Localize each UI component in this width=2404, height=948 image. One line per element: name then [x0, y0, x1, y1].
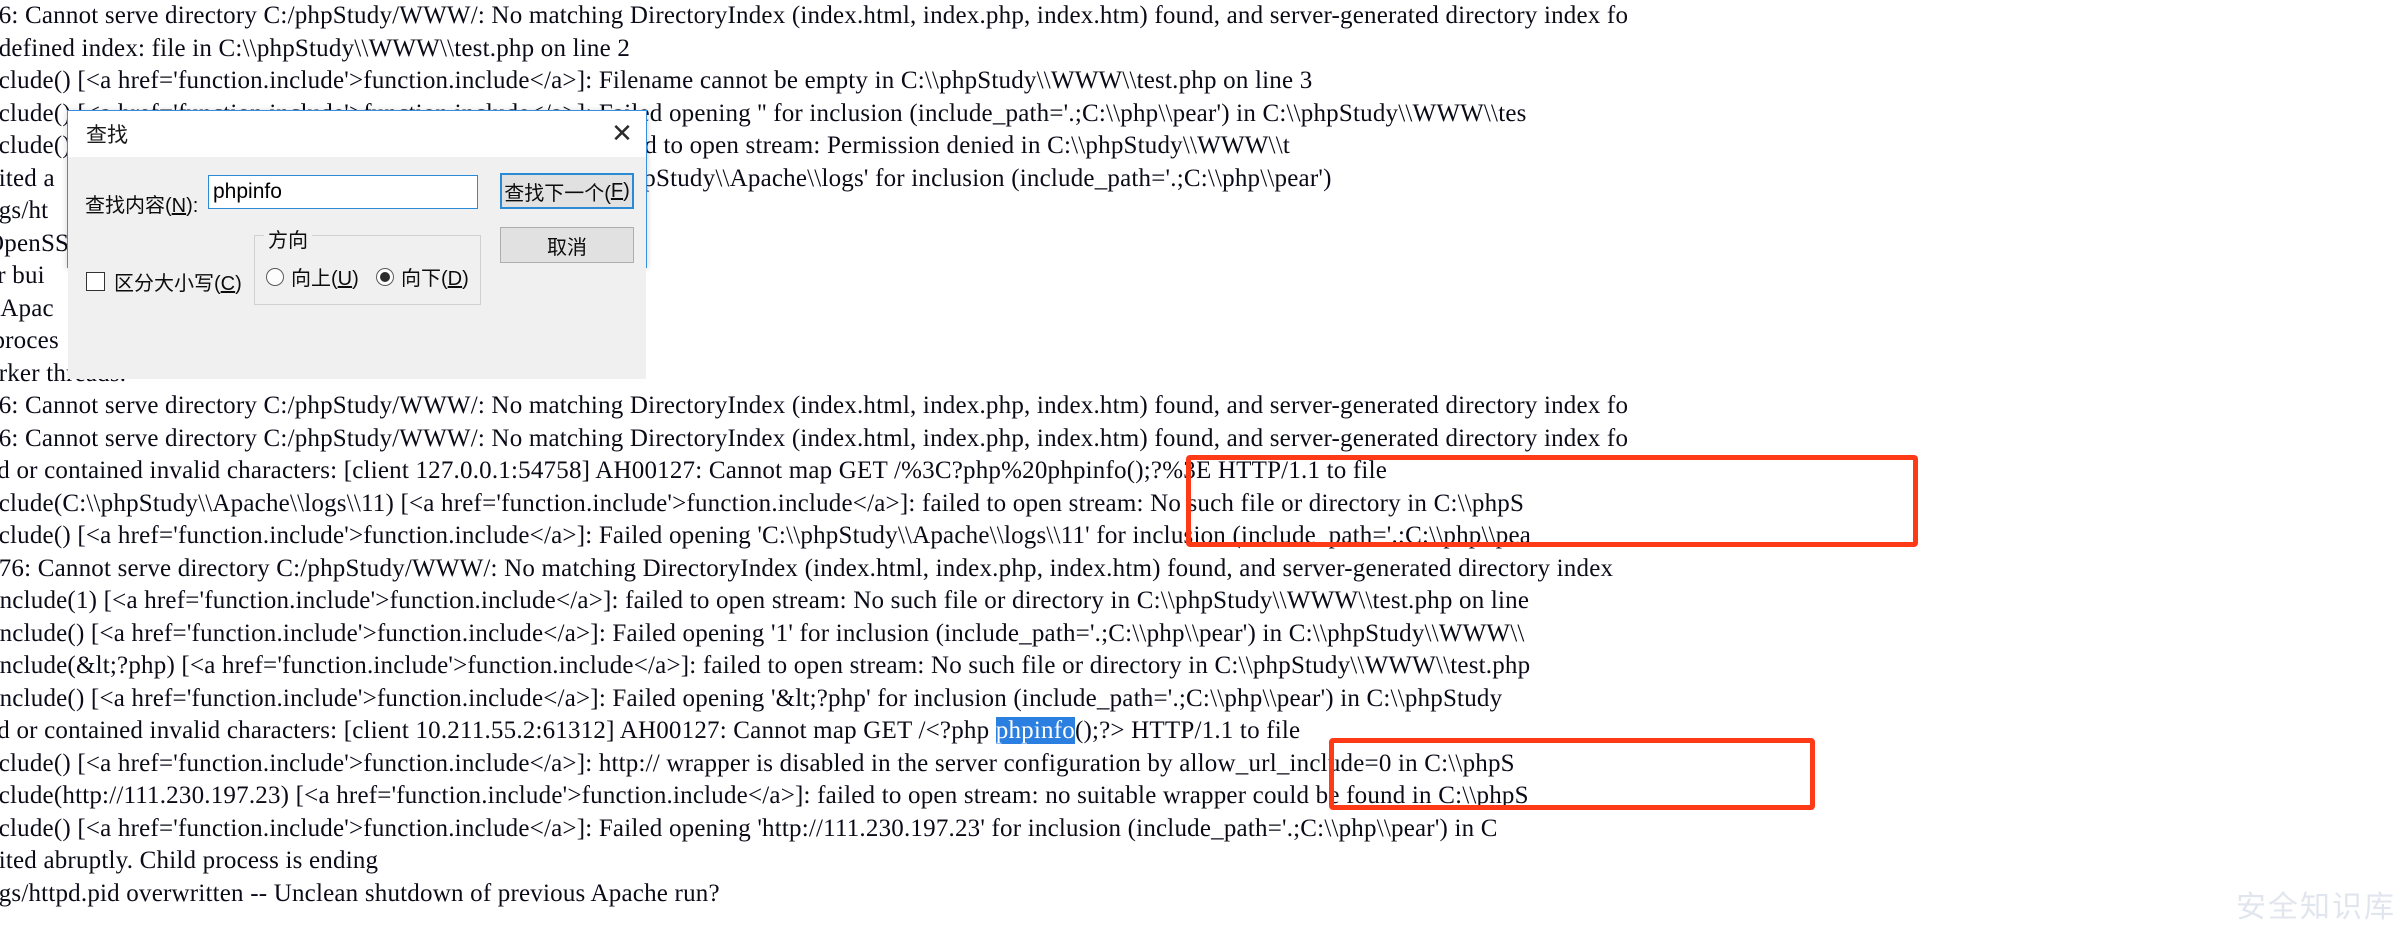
- log-line: include(&lt;?php) [<a href='function.inc…: [0, 652, 1531, 679]
- match-case-label: 区分大小写(C): [114, 273, 242, 295]
- log-line: include(1) [<a href='function.include'>f…: [0, 587, 1530, 614]
- radio-down-label: 向下(D): [401, 268, 469, 290]
- radio-up-indicator-icon: [266, 267, 284, 286]
- match-case-checkbox[interactable]: 区分大小写(C): [86, 267, 242, 296]
- find-what-label: 查找内容(N):: [85, 195, 199, 217]
- log-line: ed or contained invalid characters: [cli…: [0, 717, 1301, 744]
- close-icon[interactable]: ✕: [598, 111, 646, 157]
- radio-direction-up[interactable]: 向上(U): [266, 262, 359, 291]
- log-line: 76: Cannot serve directory C:/phpStudy/W…: [0, 2, 1629, 29]
- checkbox-indicator-icon: [86, 272, 105, 291]
- dialog-body: 查找内容(N): 方向 向上(U) 向下(D) 区分大小写(C) 查找下一个(F…: [68, 157, 646, 379]
- log-line: nclude() [<a href='function.include'>fun…: [0, 814, 1498, 842]
- log-line: ed or contained invalid characters: [cli…: [0, 457, 1388, 484]
- log-line: nclude() [<a href='function.include'>fun…: [0, 522, 1532, 549]
- log-line: include() [<a href='function.include'>fu…: [0, 619, 1525, 647]
- dialog-titlebar[interactable]: 查找 ✕: [68, 111, 646, 157]
- dialog-title: 查找: [86, 124, 128, 147]
- find-what-input[interactable]: [208, 175, 478, 209]
- radio-up-label: 向上(U): [291, 268, 359, 290]
- cancel-button[interactable]: 取消: [500, 227, 634, 263]
- log-line: 276: Cannot serve directory C:/phpStudy/…: [0, 554, 1614, 582]
- log-line: xited abruptly. Child process is ending: [0, 847, 379, 874]
- log-line: nclude() [<a href='function.include'>fun…: [0, 749, 1515, 777]
- log-line: 76: Cannot serve directory C:/phpStudy/W…: [0, 424, 1629, 452]
- log-line: nclude(C:\\phpStudy\\Apache\\logs\\11) […: [0, 489, 1525, 517]
- log-line: nclude(http://111.230.197.23) [<a href='…: [0, 782, 1529, 809]
- find-dialog[interactable]: 查找 ✕ 查找内容(N): 方向 向上(U) 向下(D) 区分大小写(C) 查找…: [67, 110, 647, 379]
- log-line: ndefined index: file in C:\\phpStudy\\WW…: [0, 34, 631, 62]
- radio-direction-down[interactable]: 向下(D): [376, 262, 469, 291]
- log-line: nclude() [<a href='function.include'>fun…: [0, 67, 1313, 94]
- radio-down-indicator-icon: [376, 267, 394, 286]
- log-line: include() [<a href='function.include'>fu…: [0, 684, 1503, 712]
- watermark: 安全知识库: [2236, 891, 2396, 924]
- find-next-button[interactable]: 查找下一个(F): [500, 173, 634, 209]
- log-line: 76: Cannot serve directory C:/phpStudy/W…: [0, 392, 1629, 419]
- find-what-accelerator: N: [171, 195, 187, 217]
- selected-match: phpinfo: [995, 717, 1075, 744]
- log-line: ogs/httpd.pid overwritten -- Unclean shu…: [0, 879, 720, 907]
- direction-group-legend: 方向: [264, 224, 312, 253]
